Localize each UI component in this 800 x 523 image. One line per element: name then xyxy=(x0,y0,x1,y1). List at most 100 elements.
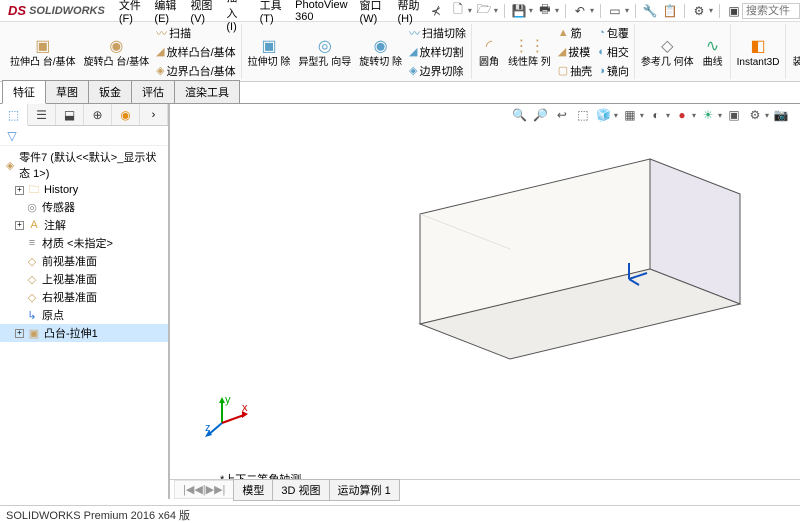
config-icon: ⬓ xyxy=(62,107,78,123)
draft-button[interactable]: ◢拔模 xyxy=(556,43,594,61)
tree-sensors[interactable]: ◎传感器 xyxy=(0,198,168,216)
tab-sheetmetal[interactable]: 钣金 xyxy=(88,80,132,103)
extrude-icon: ▣ xyxy=(27,326,41,340)
shell-button[interactable]: ▢抽壳 xyxy=(556,62,594,80)
feature-tree-panel: ⬚ ☰ ⬓ ⊕ ◉ › ▽ ◈零件7 (默认<<默认>_显示状态 1>) +🗀H… xyxy=(0,104,170,499)
options-icon[interactable]: 📋 xyxy=(662,3,678,19)
instant3d-button[interactable]: ◧Instant3D xyxy=(734,34,783,69)
boundary-cut-button[interactable]: ◈边界切除 xyxy=(407,62,468,80)
panel-tab-property[interactable]: ☰ xyxy=(28,104,56,125)
intersect-button[interactable]: ◐相交 xyxy=(596,43,631,61)
settings-view-icon[interactable]: ⚙ xyxy=(746,106,764,124)
extrude-boss-button[interactable]: ▣拉伸凸 台/基体 xyxy=(7,24,79,80)
tab-3dview[interactable]: 3D 视图 xyxy=(272,479,329,501)
fillet-button[interactable]: ◜圆角 xyxy=(475,24,503,80)
panel-tab-config[interactable]: ⬓ xyxy=(56,104,84,125)
wrap-button[interactable]: ◔包覆 xyxy=(596,24,631,42)
tree-top-label: 上视基准面 xyxy=(42,271,97,287)
tab-model[interactable]: 模型 xyxy=(233,479,273,501)
revolve-cut-button[interactable]: ◉旋转切 除 xyxy=(356,24,405,80)
viewport[interactable]: 🔍 🔎 ↩ ⬚ 🧊▾ ▦▾ ◐▾ ●▾ ☀▾ ▣ ⚙▾ 📷 xyxy=(170,104,800,499)
panel-tab-dim[interactable]: ⊕ xyxy=(84,104,112,125)
chevron-right-icon: › xyxy=(152,109,156,121)
plane-icon: ◇ xyxy=(25,254,39,268)
svg-text:x: x xyxy=(242,402,248,414)
extrude-cut-button[interactable]: ▣拉伸切 除 xyxy=(245,24,294,80)
search-box[interactable] xyxy=(742,3,800,19)
tab-nav-buttons[interactable]: |◀◀|▶▶| xyxy=(174,480,234,499)
titlebar: DS SOLIDWORKS 文件(F) 编辑(E) 视图(V) 插入(I) 工具… xyxy=(0,0,800,22)
sensor-icon: ◎ xyxy=(25,200,39,214)
save-icon[interactable]: 💾 xyxy=(511,3,527,19)
plane-icon: ◇ xyxy=(25,290,39,304)
refgeom-button[interactable]: ◇参考几 何体 xyxy=(638,34,697,69)
appearance-icon[interactable]: ● xyxy=(673,106,691,124)
prev-view-icon[interactable]: ↩ xyxy=(553,106,571,124)
display-style-icon[interactable]: ▦ xyxy=(621,106,639,124)
open-icon[interactable]: 🗁 xyxy=(476,3,492,19)
section-icon[interactable]: ⬚ xyxy=(574,106,592,124)
tab-sketch[interactable]: 草图 xyxy=(45,80,89,103)
view-toolbar: 🔍 🔎 ↩ ⬚ 🧊▾ ▦▾ ◐▾ ●▾ ☀▾ ▣ ⚙▾ 📷 xyxy=(511,106,790,124)
panel-tab-render[interactable]: ◉ xyxy=(112,104,140,125)
expand-icon[interactable]: + xyxy=(15,221,24,230)
model-geometry[interactable] xyxy=(410,154,750,364)
panel-tabs: ⬚ ☰ ⬓ ⊕ ◉ › xyxy=(0,104,168,126)
origin-icon: ↳ xyxy=(25,308,39,322)
undo-icon[interactable]: ↶ xyxy=(572,3,588,19)
tree-front-plane[interactable]: ◇前视基准面 xyxy=(0,252,168,270)
mirror-button[interactable]: ◑镜向 xyxy=(596,62,631,80)
ribbon-tabs: 特征 草图 钣金 评估 渲染工具 xyxy=(0,82,800,104)
print-icon[interactable]: 🖶 xyxy=(537,3,553,19)
view-orient-icon[interactable]: 🧊 xyxy=(595,106,613,124)
tab-motion[interactable]: 运动算例 1 xyxy=(329,479,400,501)
settings-icon[interactable]: ⚙ xyxy=(691,3,707,19)
zoom-fit-icon[interactable]: 🔍 xyxy=(511,106,529,124)
boundary-button[interactable]: ◈边界凸台/基体 xyxy=(154,62,238,80)
dimxpert-icon: ⊕ xyxy=(90,107,106,123)
camera-icon[interactable]: 📷 xyxy=(772,106,790,124)
select-icon[interactable]: ▭ xyxy=(607,3,623,19)
thread-button[interactable]: ⌀装饰螺 纹线 xyxy=(789,33,800,70)
search-input[interactable] xyxy=(746,5,796,17)
tree-history[interactable]: +🗀History xyxy=(0,182,168,198)
revolve-boss-button[interactable]: ◉旋转凸 台/基体 xyxy=(81,24,153,80)
rib-button[interactable]: ▲筋 xyxy=(556,24,594,42)
tree-right-plane[interactable]: ◇右视基准面 xyxy=(0,288,168,306)
loft-cut-button[interactable]: ◢放样切割 xyxy=(407,43,468,61)
render-preview-icon[interactable]: ▣ xyxy=(725,106,743,124)
panel-tab-more[interactable]: › xyxy=(140,104,168,125)
tree-feature-extrude1[interactable]: +▣凸台-拉伸1 xyxy=(0,324,168,342)
hide-show-icon[interactable]: ◐ xyxy=(647,106,665,124)
tree-top-plane[interactable]: ◇上视基准面 xyxy=(0,270,168,288)
expand-icon[interactable]: + xyxy=(15,186,24,195)
expand-icon[interactable]: ▣ xyxy=(726,3,742,19)
tab-evaluate[interactable]: 评估 xyxy=(131,80,175,103)
loft-button[interactable]: ◢放样凸台/基体 xyxy=(154,43,238,61)
zoom-area-icon[interactable]: 🔎 xyxy=(532,106,550,124)
menu-pin-icon[interactable]: ⊀ xyxy=(428,3,444,19)
tree-annotations[interactable]: +A注解 xyxy=(0,216,168,234)
pattern-button[interactable]: ⋮⋮线性阵 列 xyxy=(505,24,554,80)
plane-icon: ◇ xyxy=(25,272,39,286)
document-tabs: |◀◀|▶▶| 模型 3D 视图 运动算例 1 xyxy=(170,479,800,499)
curves-button[interactable]: ∿曲线 xyxy=(699,34,727,69)
scene-icon[interactable]: ☀ xyxy=(699,106,717,124)
menu-photoview[interactable]: PhotoView 360 xyxy=(289,0,353,25)
tab-render[interactable]: 渲染工具 xyxy=(174,80,240,103)
sweep-button[interactable]: 〰扫描 xyxy=(154,24,238,42)
tree-root[interactable]: ◈零件7 (默认<<默认>_显示状态 1>) xyxy=(0,148,168,182)
expand-icon[interactable]: + xyxy=(15,329,24,338)
tree-origin[interactable]: ↳原点 xyxy=(0,306,168,324)
rebuild-icon[interactable]: 🔧 xyxy=(642,3,658,19)
tree-material[interactable]: ≡材质 <未指定> xyxy=(0,234,168,252)
sweep-cut-button[interactable]: 〰扫描切除 xyxy=(407,24,468,42)
render-icon: ◉ xyxy=(118,107,134,123)
tab-feature[interactable]: 特征 xyxy=(2,80,46,104)
tree-root-label: 零件7 (默认<<默认>_显示状态 1>) xyxy=(19,149,164,181)
tree-right-label: 右视基准面 xyxy=(42,289,97,305)
panel-tab-tree[interactable]: ⬚ xyxy=(0,104,28,126)
hole-wizard-button[interactable]: ◎异型孔 向导 xyxy=(295,24,354,80)
filter-icon[interactable]: ▽ xyxy=(4,128,20,144)
new-icon[interactable]: 🗋 xyxy=(450,3,466,19)
